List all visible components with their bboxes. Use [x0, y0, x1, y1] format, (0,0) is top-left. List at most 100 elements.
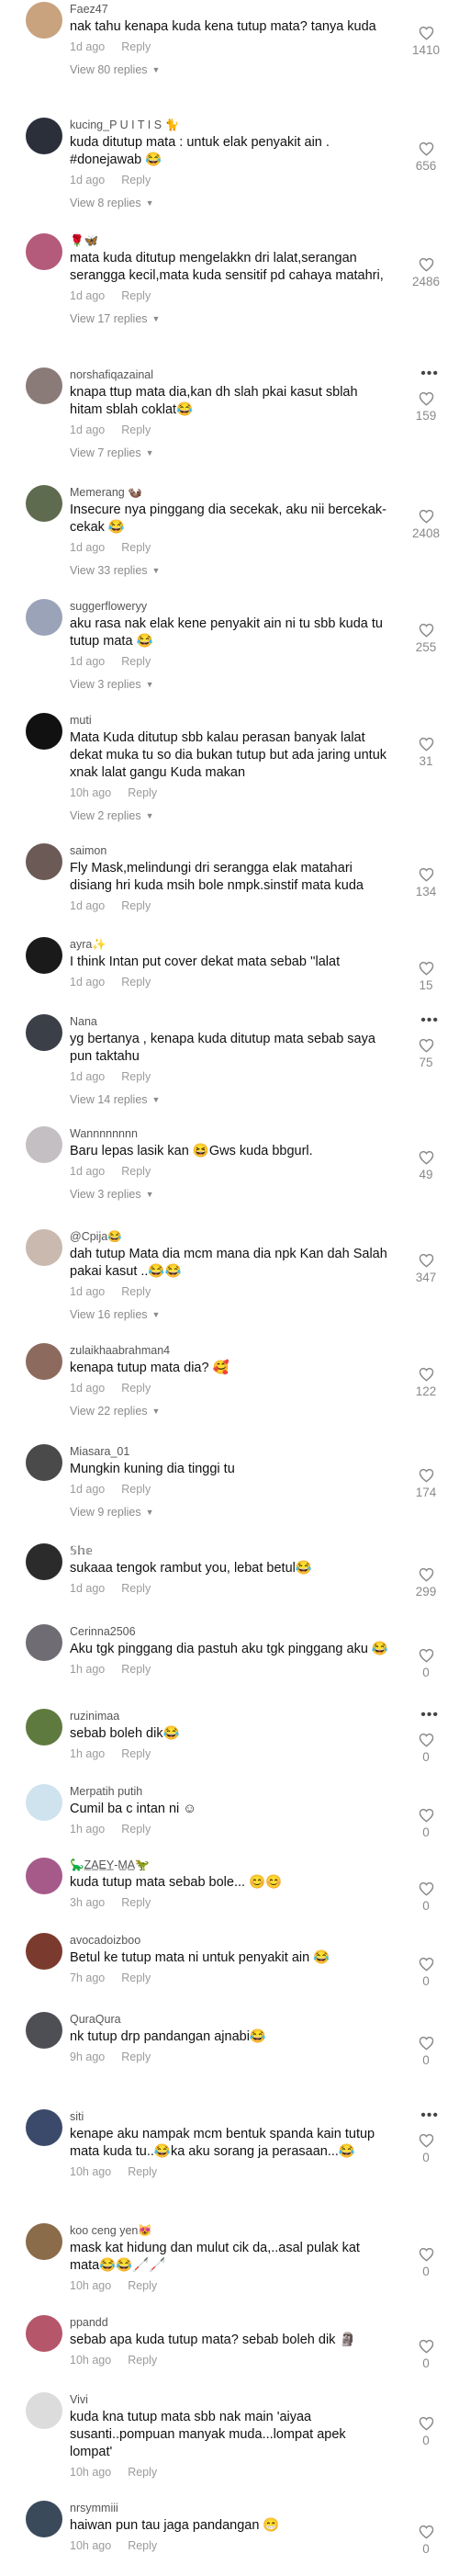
avatar[interactable]: [26, 1624, 62, 1661]
comment-username[interactable]: @Cpija😂: [70, 1229, 391, 1244]
like-button[interactable]: 122: [406, 1367, 446, 1399]
view-replies-button[interactable]: View 14 replies ▼: [70, 1092, 391, 1108]
comment-username[interactable]: QuraQura: [70, 2012, 391, 2027]
comment-username[interactable]: Cerinna2506: [70, 1624, 391, 1639]
like-button[interactable]: 174: [406, 1468, 446, 1500]
comment-username[interactable]: norshafiqazainal: [70, 367, 391, 382]
avatar[interactable]: [26, 2392, 62, 2429]
comment-username[interactable]: saimon: [70, 843, 391, 858]
like-button[interactable]: 31: [406, 737, 446, 769]
view-replies-button[interactable]: View 3 replies ▼: [70, 677, 391, 693]
like-button[interactable]: 0: [406, 2339, 446, 2371]
avatar[interactable]: [26, 1543, 62, 1580]
reply-button[interactable]: Reply: [121, 424, 151, 436]
reply-button[interactable]: Reply: [128, 2279, 157, 2292]
avatar[interactable]: [26, 2012, 62, 2049]
reply-button[interactable]: Reply: [121, 1896, 151, 1909]
reply-button[interactable]: Reply: [121, 976, 151, 989]
more-options-icon[interactable]: •••: [420, 2108, 439, 2123]
reply-button[interactable]: Reply: [121, 1382, 151, 1395]
like-button[interactable]: 0: [406, 1808, 446, 1840]
comment-username[interactable]: kucing_P U I T I S 🐈: [70, 118, 391, 132]
like-button[interactable]: 299: [406, 1567, 446, 1599]
reply-button[interactable]: Reply: [128, 786, 157, 799]
avatar[interactable]: [26, 1933, 62, 1970]
reply-button[interactable]: Reply: [121, 899, 151, 912]
reply-button[interactable]: Reply: [121, 289, 151, 302]
avatar[interactable]: [26, 2223, 62, 2260]
comment-username[interactable]: suggerfloweryy: [70, 599, 391, 614]
reply-button[interactable]: Reply: [128, 2165, 157, 2178]
like-button[interactable]: 49: [406, 1150, 446, 1182]
avatar[interactable]: [26, 1014, 62, 1051]
like-button[interactable]: 0: [406, 1648, 446, 1680]
avatar[interactable]: [26, 2109, 62, 2146]
avatar[interactable]: [26, 1784, 62, 1821]
avatar[interactable]: [26, 2315, 62, 2352]
comment-username[interactable]: Nana: [70, 1014, 391, 1029]
comment-username[interactable]: nrsymmiii: [70, 2501, 391, 2515]
reply-button[interactable]: Reply: [121, 1483, 151, 1496]
avatar[interactable]: [26, 2501, 62, 2537]
avatar[interactable]: [26, 1858, 62, 1894]
reply-button[interactable]: Reply: [121, 1663, 151, 1676]
reply-button[interactable]: Reply: [121, 1582, 151, 1595]
like-button[interactable]: 0: [406, 2247, 446, 2279]
avatar[interactable]: [26, 2, 62, 39]
view-replies-button[interactable]: View 22 replies ▼: [70, 1404, 391, 1419]
reply-button[interactable]: Reply: [121, 1285, 151, 1298]
comment-username[interactable]: ruzinimaa: [70, 1709, 391, 1723]
view-replies-button[interactable]: View 9 replies ▼: [70, 1505, 391, 1520]
comment-username[interactable]: Faez47: [70, 2, 391, 17]
view-replies-button[interactable]: View 80 replies ▼: [70, 62, 391, 78]
comment-username[interactable]: siti: [70, 2109, 391, 2124]
like-button[interactable]: 0: [406, 2133, 446, 2165]
comment-username[interactable]: koo ceng yen😻: [70, 2223, 391, 2238]
like-button[interactable]: 255: [406, 623, 446, 655]
more-options-icon[interactable]: •••: [420, 367, 439, 381]
reply-button[interactable]: Reply: [121, 541, 151, 554]
avatar[interactable]: [26, 1343, 62, 1380]
reply-button[interactable]: Reply: [128, 2354, 157, 2367]
comment-username[interactable]: 🌹🦋: [70, 233, 391, 248]
reply-button[interactable]: Reply: [121, 2051, 151, 2063]
like-button[interactable]: 0: [406, 2525, 446, 2557]
reply-button[interactable]: Reply: [121, 1747, 151, 1760]
comment-username[interactable]: Memerang 🦦: [70, 485, 391, 500]
comment-username[interactable]: Miasara_01: [70, 1444, 391, 1459]
comment-username[interactable]: ayra✨: [70, 937, 391, 952]
reply-button[interactable]: Reply: [128, 2539, 157, 2552]
reply-button[interactable]: Reply: [128, 2466, 157, 2479]
comment-username[interactable]: Wannnnnnnn: [70, 1126, 391, 1141]
like-button[interactable]: 656: [406, 141, 446, 174]
like-button[interactable]: 1410: [406, 26, 446, 58]
like-button[interactable]: 2486: [406, 257, 446, 289]
view-replies-button[interactable]: View 2 replies ▼: [70, 808, 391, 824]
avatar[interactable]: [26, 713, 62, 750]
reply-button[interactable]: Reply: [121, 1823, 151, 1836]
comment-username[interactable]: 𝕊𝕙𝕖: [70, 1543, 391, 1558]
like-button[interactable]: 15: [406, 961, 446, 993]
reply-button[interactable]: Reply: [121, 1972, 151, 1984]
like-button[interactable]: 347: [406, 1253, 446, 1285]
like-button[interactable]: 0: [406, 1881, 446, 1914]
more-options-icon[interactable]: •••: [420, 1708, 439, 1723]
avatar[interactable]: [26, 118, 62, 154]
like-button[interactable]: 2408: [406, 509, 446, 541]
reply-button[interactable]: Reply: [121, 40, 151, 53]
avatar[interactable]: [26, 843, 62, 880]
avatar[interactable]: [26, 485, 62, 522]
like-button[interactable]: 0: [406, 2416, 446, 2448]
avatar[interactable]: [26, 599, 62, 636]
avatar[interactable]: [26, 1126, 62, 1163]
avatar[interactable]: [26, 233, 62, 270]
comment-username[interactable]: Merpatih putih: [70, 1784, 391, 1799]
view-replies-button[interactable]: View 3 replies ▼: [70, 1187, 391, 1203]
view-replies-button[interactable]: View 7 replies ▼: [70, 446, 391, 461]
like-button[interactable]: 0: [406, 2036, 446, 2068]
avatar[interactable]: [26, 1709, 62, 1746]
avatar[interactable]: [26, 1444, 62, 1481]
view-replies-button[interactable]: View 8 replies ▼: [70, 196, 391, 211]
comment-username[interactable]: zulaikhaabrahman4: [70, 1343, 391, 1358]
comment-username[interactable]: ppandd: [70, 2315, 391, 2330]
